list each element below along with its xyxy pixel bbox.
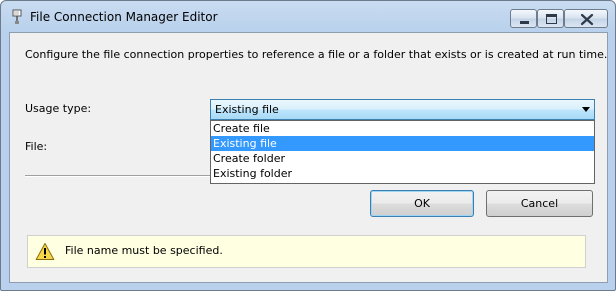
title-bar[interactable]: File Connection Manager Editor <box>1 1 615 33</box>
usage-type-label: Usage type: <box>25 102 92 115</box>
option-create-file[interactable]: Create file <box>211 121 594 136</box>
warning-icon <box>35 243 55 260</box>
validation-message-bar: File name must be specified. <box>27 235 586 268</box>
usage-type-value: Existing file <box>215 103 279 116</box>
chevron-down-icon[interactable] <box>582 107 590 112</box>
usage-type-dropdown[interactable]: Existing file <box>210 99 595 120</box>
close-button[interactable] <box>564 9 608 28</box>
minimize-button[interactable] <box>510 9 537 28</box>
maximize-icon <box>546 14 557 24</box>
dialog-window: File Connection Manager Editor Configure… <box>0 0 616 291</box>
option-existing-file[interactable]: Existing file <box>211 136 594 151</box>
usage-type-options-list: Create file Existing file Create folder … <box>210 120 595 184</box>
option-existing-folder[interactable]: Existing folder <box>211 166 594 181</box>
maximize-button[interactable] <box>537 9 564 28</box>
option-create-folder[interactable]: Create folder <box>211 151 594 166</box>
validation-message-text: File name must be specified. <box>65 244 223 257</box>
close-icon <box>580 13 594 26</box>
window-title: File Connection Manager Editor <box>30 10 218 24</box>
cancel-button[interactable]: Cancel <box>486 190 593 217</box>
description-text: Configure the file connection properties… <box>25 48 608 61</box>
file-connection-icon <box>12 9 22 24</box>
ok-button[interactable]: OK <box>370 190 474 217</box>
file-label: File: <box>25 140 48 153</box>
minimize-icon <box>520 21 529 24</box>
dialog-body: Configure the file connection properties… <box>9 32 608 283</box>
